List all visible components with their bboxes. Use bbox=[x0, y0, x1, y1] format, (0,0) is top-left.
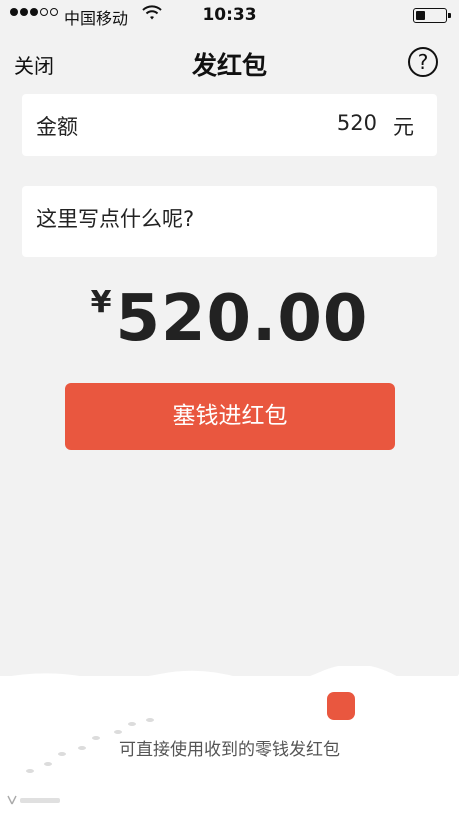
amount-input[interactable]: 520 bbox=[337, 111, 377, 135]
total-amount: 520.00 bbox=[115, 282, 369, 356]
amount-unit: 元 bbox=[393, 115, 414, 139]
status-time: 10:33 bbox=[202, 5, 257, 25]
battery-icon bbox=[413, 8, 451, 23]
amount-label: 金额 bbox=[36, 115, 78, 139]
status-bar: 中国移动 10:33 bbox=[0, 0, 459, 30]
watermark-logo bbox=[6, 793, 66, 810]
amount-field[interactable]: 金额 520 元 bbox=[22, 94, 437, 156]
footer-hint: 可直接使用收到的零钱发红包 bbox=[119, 740, 340, 760]
message-field[interactable]: 这里写点什么呢? bbox=[22, 186, 437, 257]
navigation-bar: 关闭 发红包 ? bbox=[0, 42, 459, 82]
message-input[interactable]: 这里写点什么呢? bbox=[36, 203, 194, 233]
currency-symbol: ¥ bbox=[90, 285, 112, 320]
submit-red-packet-button[interactable]: 塞钱进红包 bbox=[65, 383, 395, 450]
help-icon[interactable]: ? bbox=[408, 47, 438, 77]
page-title: 发红包 bbox=[191, 51, 267, 80]
red-packet-icon bbox=[327, 692, 355, 720]
total-amount-display: ¥520.00 bbox=[0, 282, 459, 356]
